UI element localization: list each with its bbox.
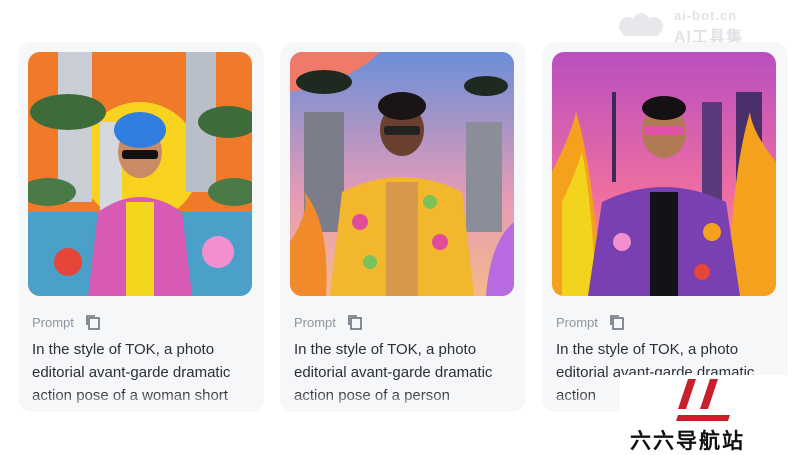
- watermark-domain: ai-bot.cn: [674, 8, 738, 23]
- gallery-card[interactable]: Prompt In the style of TOK, a photo edit…: [542, 42, 788, 412]
- prompt-label: Prompt: [32, 314, 74, 330]
- gallery: ai-bot.cn AI工具集 Prompt In the style of T…: [0, 0, 800, 453]
- robot-logo-icon: [619, 13, 663, 36]
- card-image[interactable]: [552, 52, 776, 296]
- gallery-card[interactable]: Prompt In the style of TOK, a photo edit…: [280, 42, 526, 412]
- gallery-card[interactable]: Prompt In the style of TOK, a photo edit…: [18, 42, 264, 412]
- text-fade: [280, 392, 526, 412]
- portrait-illustration: [552, 52, 776, 296]
- prompt-header: Prompt: [294, 312, 364, 332]
- card-image[interactable]: [290, 52, 514, 296]
- portrait-illustration: [290, 52, 514, 296]
- prompt-label: Prompt: [556, 314, 598, 330]
- copy-icon[interactable]: [84, 313, 102, 331]
- brand-name: 六六导航站: [630, 429, 745, 453]
- portrait-illustration: [28, 52, 252, 296]
- prompt-header: Prompt: [556, 312, 626, 332]
- copy-icon[interactable]: [346, 313, 364, 331]
- watermark: ai-bot.cn AI工具集: [618, 6, 788, 46]
- copy-icon[interactable]: [608, 313, 626, 331]
- text-fade: [18, 392, 264, 412]
- brand-overlay: 六六导航站: [620, 375, 790, 453]
- prompt-label: Prompt: [294, 314, 336, 330]
- card-image[interactable]: [28, 52, 252, 296]
- brand-logo-icon: [676, 379, 730, 421]
- prompt-header: Prompt: [32, 312, 102, 332]
